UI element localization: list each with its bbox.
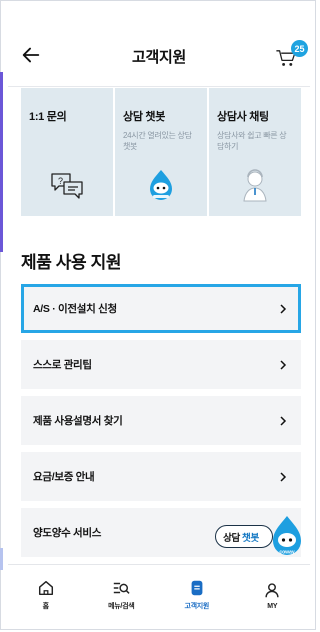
card-counselor-chat[interactable]: 상담사 채팅 상담사와 쉽고 빠른 상담하기 [209,88,301,216]
top-app-bar: 고객지원 25 [8,34,310,78]
home-icon [38,580,53,596]
chatbot-label-b: 챗봇 [242,532,259,544]
menu-item-as-relocation[interactable]: A/S · 이전설치 신청 [21,284,301,333]
card-title: 1:1 문의 [29,111,67,123]
chatbot-brand-text: coway [279,550,295,556]
nav-tab-label: 메뉴/검색 [108,603,135,610]
card-chatbot[interactable]: 상담 챗봇 24시간 열려있는 상담 챗봇 [115,88,207,216]
chatbot-floating-button[interactable]: 상담 챗봇 [215,525,273,548]
svg-text:?: ? [58,176,63,186]
back-arrow-icon[interactable] [20,44,42,66]
counselor-icon [243,169,267,202]
support-icon [191,580,203,596]
menu-item-fee-warranty[interactable]: 요금/보증 안내 [21,452,301,501]
window-edge-accent [0,72,3,252]
consult-card-group: 1:1 문의 ? 상담 챗봇 24시간 열려있는 상담 챗봇 상담사 채팅 상담… [21,88,301,216]
window-edge-accent-lower [0,548,3,570]
header-divider [8,86,310,87]
section-title: 제품 사용 지원 [21,253,122,272]
coway-chatbot-mascot-icon[interactable]: coway [268,514,306,560]
nav-tab-label: MY [267,602,278,610]
card-title: 상담사 채팅 [217,111,269,123]
chevron-right-icon [280,303,287,314]
nav-tab-home[interactable]: 홈 [8,565,84,625]
menu-item-label: 제품 사용설명서 찾기 [33,415,123,427]
chat-bubbles-icon: ? [51,173,83,199]
card-title: 상담 챗봇 [123,111,166,123]
cart-count-badge: 25 [291,40,308,57]
menu-item-label: 요금/보증 안내 [33,471,95,483]
coway-chatbot-icon [150,170,172,200]
nav-tab-menu-search[interactable]: 메뉴/검색 [84,565,160,625]
chatbot-label-a: 상담 [223,532,240,544]
support-menu-list: A/S · 이전설치 신청 스스로 관리팁 제품 사용설명서 찾기 요금/보증 … [21,284,301,564]
card-one-to-one-inquiry[interactable]: 1:1 문의 ? [21,88,113,216]
nav-tab-label: 고객지원 [184,603,210,610]
card-description: 상담사와 쉽고 빠른 상담하기 [217,131,287,151]
chevron-right-icon [280,471,287,482]
menu-search-icon [114,582,130,594]
nav-tab-support[interactable]: 고객지원 [159,565,235,625]
card-description: 24시간 열려있는 상담 챗봇 [123,131,192,151]
menu-item-label: 스스로 관리팁 [33,359,92,371]
nav-tab-label: 홈 [42,603,49,610]
chevron-right-icon [280,359,287,370]
cart-button[interactable]: 25 [274,40,308,70]
menu-item-self-care-tips[interactable]: 스스로 관리팁 [21,340,301,389]
bottom-navigation: 홈 메뉴/검색 고객지원 MY [8,564,310,625]
chevron-right-icon [280,415,287,426]
person-icon [265,582,279,597]
menu-item-manual-search[interactable]: 제품 사용설명서 찾기 [21,396,301,445]
menu-item-label: 양도양수 서비스 [33,527,102,539]
nav-tab-my[interactable]: MY [235,565,311,625]
page-title: 고객지원 [131,48,186,66]
menu-item-label: A/S · 이전설치 신청 [33,303,117,315]
